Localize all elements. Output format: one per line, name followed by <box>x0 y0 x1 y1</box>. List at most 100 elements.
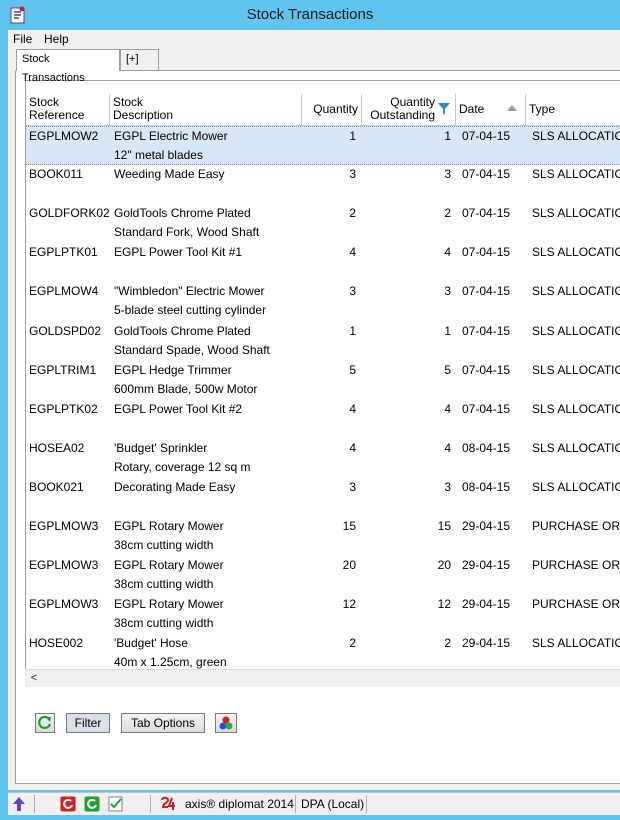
cell-ref: HOSE002 <box>29 636 84 651</box>
cell-date: 07-04-15 <box>462 167 511 182</box>
cell-qout: 4 <box>444 440 451 455</box>
header-line: Reference <box>29 108 85 122</box>
cell-ref: GOLDSPD02 <box>29 323 102 338</box>
status-separator <box>34 795 35 813</box>
cell-date: 07-04-15 <box>462 206 511 221</box>
table-row[interactable]: GOLDFORK02 GoldTools Chrome Plated 2 2 07-04… <box>26 204 620 243</box>
title-bar: Stock Transactions <box>0 0 620 30</box>
cell-desc-line2: 12" metal blades <box>114 148 203 162</box>
table-row[interactable]: EGPLMOW2 EGPL Electric Mower 1 1 07-04-15 SLS… <box>26 126 620 165</box>
cell-qty: 4 <box>349 245 356 260</box>
tab-options-button[interactable]: Tab Options <box>121 713 205 733</box>
cell-ref: EGPLMOW3 <box>29 519 99 533</box>
status-separator <box>366 795 367 813</box>
color-options-button[interactable] <box>215 713 237 733</box>
table-row[interactable]: EGPLTRIM1 EGPL Hedge Trimmer 5 5 07-04-15 SLS… <box>26 361 620 400</box>
table-row[interactable]: BOOK021 Decorating Made Easy 3 3 08-04-15 SLS… <box>26 478 620 517</box>
menu-help[interactable]: Help <box>44 32 69 46</box>
undo-icon[interactable] <box>60 796 76 812</box>
cell-type: SLS ALLOCATION <box>532 401 620 416</box>
cell-type: SLS ALLOCATION <box>532 206 620 221</box>
main-window: File Help Stock Transactions [+] Stock R… <box>8 30 620 790</box>
cell-qty: 2 <box>349 636 356 651</box>
cell-qty: 3 <box>349 284 356 299</box>
checklist-icon[interactable] <box>108 796 124 812</box>
cell-desc-line2: 38cm cutting width <box>114 616 214 631</box>
table-row[interactable]: EGPLMOW3 EGPL Rotary Mower 15 15 29-04-15 PUR… <box>26 517 620 556</box>
cell-desc: Weeding Made Easy <box>114 167 225 182</box>
horizontal-scrollbar[interactable]: < <box>25 669 620 687</box>
cell-desc: "Wimbledon" Electric Mower <box>114 284 265 299</box>
cell-type: SLS ALLOCATION <box>532 167 620 182</box>
cell-type: SLS ALLOCATION <box>532 479 620 494</box>
filter-button[interactable]: Filter <box>66 713 110 733</box>
cell-qty: 4 <box>349 440 356 455</box>
table-row[interactable]: BOOK011 Weeding Made Easy 3 3 07-04-15 SLS AL… <box>26 165 620 204</box>
col-header-type[interactable]: Type <box>526 94 620 126</box>
cell-qout: 12 <box>437 597 451 612</box>
cell-date: 07-04-15 <box>462 284 511 299</box>
filter-icon[interactable] <box>437 102 451 116</box>
table-row[interactable]: EGPLPTK01 EGPL Power Tool Kit #1 4 4 07-04-1… <box>26 243 620 282</box>
col-header-quantity-outstanding[interactable]: Quantity Outstanding <box>362 94 456 126</box>
cell-desc: EGPL Power Tool Kit #2 <box>114 401 243 416</box>
cell-desc-line2: 5-blade steel cutting cylinder <box>114 303 267 318</box>
tab-add[interactable]: [+] <box>120 49 159 70</box>
cell-date: 07-04-15 <box>462 401 511 416</box>
cell-desc-line2 <box>114 497 300 516</box>
table-row[interactable]: HOSE002 'Budget' Hose 2 2 29-04-15 SLS ALLOCA… <box>26 634 620 673</box>
tab-strip: Stock Transactions [+] <box>8 49 620 84</box>
tab-stock-transactions[interactable]: Stock Transactions <box>16 49 120 84</box>
cell-ref: BOOK011 <box>29 167 83 182</box>
table-row[interactable]: GOLDSPD02 GoldTools Chrome Plated 1 1 07-04-… <box>26 322 620 361</box>
col-header-stock-reference[interactable]: Stock Reference <box>26 94 110 126</box>
table-row[interactable]: EGPLMOW3 EGPL Rotary Mower 12 12 29-04-15 PUR… <box>26 595 620 634</box>
table-row[interactable]: EGPLPTK02 EGPL Power Tool Kit #2 4 4 07-04-1… <box>26 400 620 439</box>
menu-bar: File Help <box>8 30 620 48</box>
cell-ref: GOLDFORK02 <box>29 206 109 221</box>
cell-desc-line2: 38cm cutting width <box>114 577 214 592</box>
cell-desc: GoldTools Chrome Plated <box>114 206 251 221</box>
status-separator <box>150 795 151 813</box>
table-row[interactable]: HOSEA02 'Budget' Sprinkler 4 4 08-04-15 SLS A… <box>26 439 620 478</box>
sort-ascending-icon <box>507 105 517 111</box>
col-header-date[interactable]: Date <box>456 94 526 126</box>
table-row[interactable]: EGPLMOW3 EGPL Rotary Mower 20 20 29-04-15 PUR… <box>26 556 620 595</box>
cell-qty: 3 <box>349 479 356 494</box>
cell-desc: 'Budget' Sprinkler <box>114 440 208 455</box>
cell-type: SLS ALLOCATION <box>532 284 620 299</box>
stock-transactions-grid: Stock Reference Stock Description Quanti… <box>25 80 620 687</box>
cell-date: 07-04-15 <box>462 362 511 377</box>
cell-desc: EGPL Power Tool Kit #1 <box>114 245 243 260</box>
menu-file[interactable]: File <box>13 32 32 46</box>
refresh-status-icon[interactable] <box>84 796 100 812</box>
cell-ref: BOOK021 <box>29 479 84 494</box>
up-arrow-icon[interactable] <box>12 796 26 812</box>
cell-qout: 20 <box>437 558 451 573</box>
cell-type: SLS ALLOCATION <box>532 636 620 651</box>
cell-qty: 2 <box>349 206 356 221</box>
col-header-stock-description[interactable]: Stock Description <box>110 94 302 126</box>
cell-qout: 2 <box>444 636 451 651</box>
scroll-left-arrow-icon[interactable]: < <box>27 670 41 687</box>
cell-qty: 15 <box>342 519 356 533</box>
cell-desc: EGPL Rotary Mower <box>114 519 224 533</box>
cell-ref: HOSEA02 <box>29 440 85 455</box>
cell-qty: 20 <box>342 558 356 573</box>
cell-type: SLS ALLOCATION <box>532 323 620 338</box>
cell-date: 07-04-15 <box>462 323 511 338</box>
cell-date: 07-04-15 <box>462 129 511 143</box>
cell-ref: EGPLMOW4 <box>29 284 99 299</box>
cell-desc-line2 <box>114 262 300 281</box>
cell-desc: 'Budget' Hose <box>114 636 188 651</box>
col-header-quantity[interactable]: Quantity <box>302 94 362 126</box>
table-row[interactable]: EGPLMOW4 "Wimbledon" Electric Mower 3 3 07-0… <box>26 282 620 321</box>
cell-type: PURCHASE OR... <box>532 597 620 612</box>
cell-qty: 5 <box>349 362 356 377</box>
cell-desc-line2: Standard Fork, Wood Shaft <box>114 225 260 240</box>
color-palette-icon <box>219 716 233 730</box>
cell-desc-line2: Standard Spade, Wood Shaft <box>114 342 270 357</box>
cell-type: PURCHASE OR... <box>532 519 620 533</box>
cell-type: SLS ALLOCATION <box>532 245 620 260</box>
refresh-button[interactable] <box>35 713 55 733</box>
